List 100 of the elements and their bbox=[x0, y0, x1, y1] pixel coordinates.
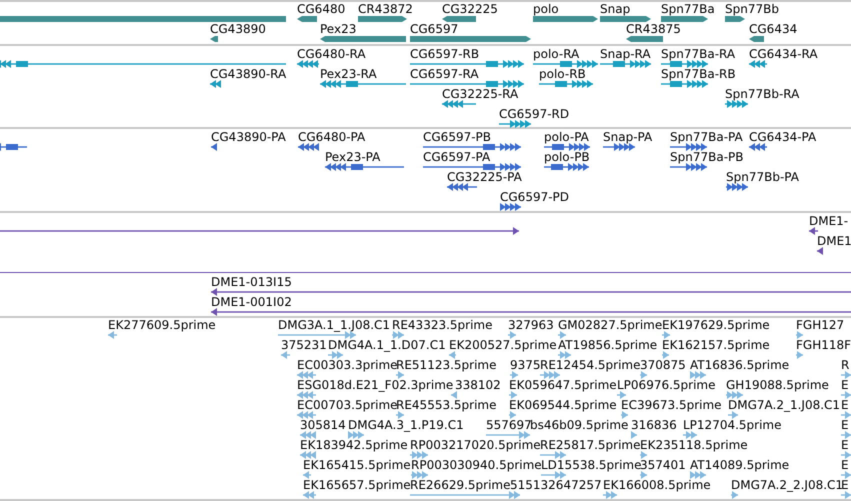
feature-label: polo-PA bbox=[544, 130, 589, 144]
feature-label: CG6597-RA bbox=[410, 67, 479, 81]
feature-label: E bbox=[841, 378, 849, 392]
feature-label: RE25817.5prime bbox=[540, 438, 640, 452]
feature-label: Snap-PA bbox=[603, 130, 652, 144]
feature-label: 9375 bbox=[510, 358, 541, 372]
feature-label: CG6597-RB bbox=[410, 47, 480, 61]
feature-label: FGH127 bbox=[796, 318, 844, 332]
feature-label: CG6597-PB bbox=[423, 130, 492, 144]
feature-label: Snap-RA bbox=[600, 47, 651, 61]
feature-label: 370875 bbox=[640, 358, 686, 372]
feature-label: 316836 bbox=[631, 418, 677, 432]
feature-label: polo-RA bbox=[533, 47, 580, 61]
feature-label: CR43875 bbox=[626, 22, 681, 36]
feature-label: CG32225 bbox=[442, 2, 498, 16]
feature-label: DME1-013I15 bbox=[211, 275, 292, 289]
feature-label: Pex23-RA bbox=[320, 67, 377, 81]
feature-label: GH19088.5prime bbox=[726, 378, 829, 392]
feature-label: AT16836.5prime bbox=[690, 358, 790, 372]
feature-label: Spn77Ba bbox=[661, 2, 715, 16]
feature-label: 327963 bbox=[508, 318, 554, 332]
feature-label: CG6480 bbox=[297, 2, 346, 16]
feature-label: EK069544.5prime bbox=[509, 398, 617, 412]
feature-label: DMG4A.1_1.D07.C1 bbox=[328, 338, 446, 352]
feature-label: FGH118F bbox=[796, 338, 851, 352]
feature-label: CG43890 bbox=[210, 22, 266, 36]
feature-label: Pex23-PA bbox=[325, 150, 380, 164]
feature-label: E bbox=[841, 418, 849, 432]
feature-label: CG43890-RA bbox=[210, 67, 286, 81]
feature-label: Spn77Bb bbox=[725, 2, 779, 16]
feature-label: RP003217020.5prime bbox=[410, 438, 541, 452]
feature-label: RE45553.5prime bbox=[396, 398, 496, 412]
feature-label: RP003030940.5prime bbox=[411, 458, 542, 472]
feature-label: EK165657.5prime bbox=[303, 478, 411, 492]
feature-label: EK197629.5prime bbox=[662, 318, 770, 332]
feature-label: EK165415.5prime bbox=[303, 458, 411, 472]
feature-label: EC00703.5prime bbox=[297, 398, 398, 412]
feature-label: polo-PB bbox=[544, 150, 590, 164]
feature-label: LP12704.5prime bbox=[683, 418, 782, 432]
feature-label: CG43890-PA bbox=[211, 130, 286, 144]
feature-label: Spn77Ba-RA bbox=[661, 47, 736, 61]
feature-label: CG6434-PA bbox=[749, 130, 816, 144]
feature-label: EC00303.3prime bbox=[297, 358, 398, 372]
feature-label: RE43323.5prime bbox=[392, 318, 492, 332]
feature-label: E bbox=[841, 478, 849, 492]
feature-label: LD15538.5prime bbox=[541, 458, 642, 472]
feature-label: EK183942.5prime bbox=[300, 438, 408, 452]
feature-label: EK162157.5prime bbox=[662, 338, 770, 352]
feature-label: CG6597-PD bbox=[500, 190, 570, 204]
feature-label: E bbox=[841, 458, 849, 472]
feature-label: AT19856.5prime bbox=[558, 338, 658, 352]
feature-label: Spn77Ba-PB bbox=[670, 150, 744, 164]
feature-label: Spn77Bb-RA bbox=[725, 87, 800, 101]
feature-label: 515132647257 bbox=[510, 478, 602, 492]
feature-label: CG6434 bbox=[749, 22, 798, 36]
feature-label: DME1-001I02 bbox=[211, 295, 292, 309]
feature-label: EC39673.5prime bbox=[621, 398, 722, 412]
feature-label: Spn77Ba-RB bbox=[661, 67, 736, 81]
feature-label: AT14089.5prime bbox=[690, 458, 790, 472]
feature-label: R bbox=[841, 358, 850, 372]
feature-label: RE51123.5prime bbox=[396, 358, 496, 372]
feature-label: EK059647.5prime bbox=[509, 378, 617, 392]
feature-label: DME1 bbox=[817, 234, 851, 248]
feature-label: CG32225-RA bbox=[442, 87, 518, 101]
feature-label: polo-RB bbox=[539, 67, 586, 81]
feature-label: 338102 bbox=[455, 378, 501, 392]
feature-label: DMG3A.1_1.J08.C1 bbox=[278, 318, 390, 332]
feature-label: CG6480-PA bbox=[298, 130, 366, 144]
feature-label: bs46b09.5prime bbox=[530, 418, 628, 432]
feature-label: CG6597-PA bbox=[423, 150, 490, 164]
feature-label: ESG018d.E21_F02.3prime bbox=[297, 378, 454, 392]
feature-label: Snap bbox=[600, 2, 630, 16]
feature-label: RE26629.5prime bbox=[410, 478, 510, 492]
feature-label: CG6434-RA bbox=[749, 47, 818, 61]
feature-label: Spn77Bb-PA bbox=[726, 170, 799, 184]
feature-label: GM02827.5prime bbox=[558, 318, 662, 332]
feature-label: DMG4A.3_1.P19.C1 bbox=[348, 418, 464, 432]
feature-label: 305814 bbox=[300, 418, 346, 432]
feature-label: CG6597-RD bbox=[499, 107, 570, 121]
feature-label: DMG7A.2_1.J08.C1 bbox=[728, 398, 840, 412]
feature-label: LP06976.5prime bbox=[617, 378, 716, 392]
feature-label: 557697 bbox=[486, 418, 532, 432]
feature-label: E bbox=[841, 438, 849, 452]
feature-label: DMG7A.2_2.J08.C1 bbox=[731, 478, 844, 492]
feature-label: 375231 bbox=[281, 338, 327, 352]
feature-label: RE12454.5prime bbox=[540, 358, 640, 372]
feature-label: EK166008.5prime bbox=[603, 478, 711, 492]
feature-label: CG6480-RA bbox=[297, 47, 366, 61]
feature-label: EK200527.5prime bbox=[449, 338, 557, 352]
feature-label: Pex23 bbox=[320, 22, 356, 36]
feature-label: EK277609.5prime bbox=[108, 318, 216, 332]
feature-label: CG32225-PA bbox=[447, 170, 522, 184]
feature-label: EK235118.5prime bbox=[640, 438, 748, 452]
feature-label: polo bbox=[533, 2, 559, 16]
feature-label: DME1- bbox=[809, 214, 848, 228]
feature-label: E bbox=[841, 398, 849, 412]
feature-label: CG6597 bbox=[410, 22, 458, 36]
feature-label: 357401 bbox=[640, 458, 686, 472]
feature-label: Spn77Ba-PA bbox=[670, 130, 743, 144]
feature-label: CR43872 bbox=[358, 2, 413, 16]
